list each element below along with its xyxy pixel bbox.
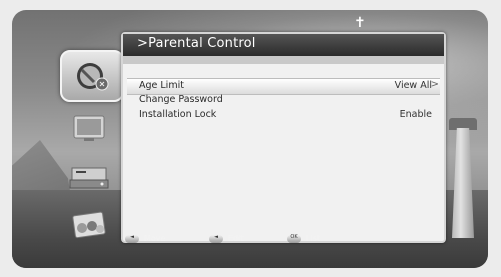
- menu-item-change-password[interactable]: Change Password: [127, 93, 440, 108]
- people-group-icon: [72, 211, 106, 239]
- hint-label: Edit: [228, 234, 244, 243]
- receiver-box-icon: [69, 167, 109, 189]
- hint-move: ◄ Move: [125, 234, 165, 243]
- parental-control-panel: >Parental Control Age Limit View All > C…: [121, 32, 446, 243]
- hint-list: OK List: [287, 234, 320, 243]
- panel-title-bar: >Parental Control: [123, 34, 444, 56]
- sidebar-menu: [60, 36, 124, 246]
- sidebar-item-system[interactable]: [66, 158, 114, 198]
- menu-item-label: Change Password: [139, 94, 223, 105]
- key-hint-bar: ◄ Move ◄ Edit OK List: [121, 234, 442, 246]
- tv-frame: ✝ >Parental Control Age Limit View All >…: [0, 0, 501, 277]
- hint-label: List: [306, 234, 320, 243]
- left-arrow-key-icon: ◄: [209, 234, 223, 243]
- menu-item-label: Age Limit: [139, 80, 184, 91]
- panel-subheader: [123, 56, 444, 64]
- chevron-right-icon: >: [430, 79, 439, 90]
- page-title: >Parental Control: [137, 36, 256, 51]
- sidebar-item-settings[interactable]: [60, 50, 124, 102]
- satellite-dish-icon: [77, 63, 109, 91]
- menu-item-label: Installation Lock: [139, 109, 217, 120]
- menu-item-value: View All: [394, 80, 432, 91]
- sidebar-item-display[interactable]: [66, 108, 114, 148]
- menu-item-value: Enable: [399, 109, 432, 120]
- left-arrow-key-icon: ◄: [125, 234, 139, 243]
- tv-screen-icon: [73, 115, 105, 141]
- menu-item-installation-lock[interactable]: Installation Lock Enable: [127, 108, 440, 123]
- hint-edit: ◄ Edit: [209, 234, 244, 243]
- hint-label: Move: [144, 234, 166, 243]
- ok-key-icon: OK: [287, 234, 301, 243]
- cursor-cross-icon: ✝: [354, 15, 366, 31]
- sidebar-item-users[interactable]: [66, 206, 114, 246]
